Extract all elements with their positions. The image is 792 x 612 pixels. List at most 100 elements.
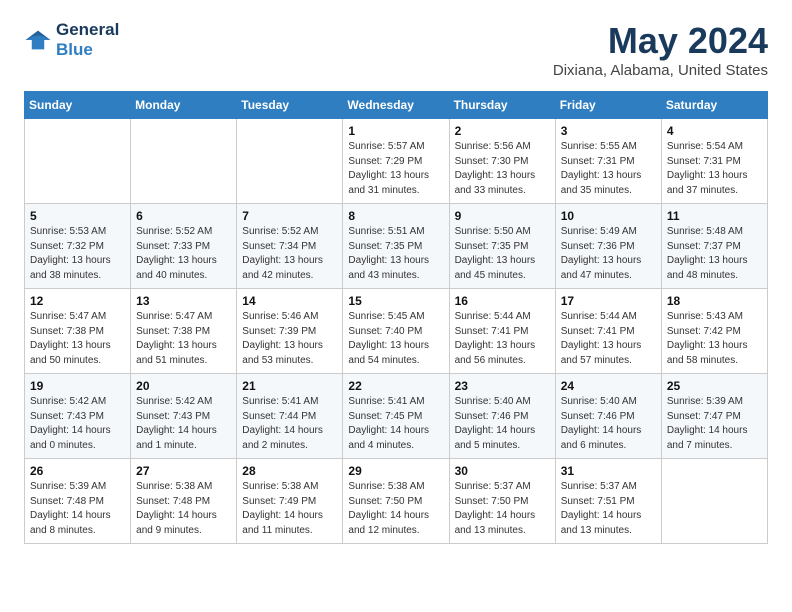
calendar-cell: 13 Sunrise: 5:47 AM Sunset: 7:38 PM Dayli… xyxy=(131,289,237,374)
day-number: 17 xyxy=(561,294,656,308)
day-number: 15 xyxy=(348,294,443,308)
cell-info: Sunrise: 5:47 AM Sunset: 7:38 PM Dayligh… xyxy=(30,310,125,368)
calendar-cell: 11 Sunrise: 5:48 AM Sunset: 7:37 PM Dayli… xyxy=(661,204,767,289)
day-number: 25 xyxy=(667,379,762,393)
calendar-cell: 6 Sunrise: 5:52 AM Sunset: 7:33 PM Daylig… xyxy=(131,204,237,289)
cell-info: Sunrise: 5:53 AM Sunset: 7:32 PM Dayligh… xyxy=(30,225,125,283)
weekday-header-saturday: Saturday xyxy=(661,92,767,119)
cell-info: Sunrise: 5:40 AM Sunset: 7:46 PM Dayligh… xyxy=(455,395,550,453)
calendar-cell: 28 Sunrise: 5:38 AM Sunset: 7:49 PM Dayli… xyxy=(237,459,343,544)
weekday-header-friday: Friday xyxy=(555,92,661,119)
calendar-cell: 25 Sunrise: 5:39 AM Sunset: 7:47 PM Dayli… xyxy=(661,374,767,459)
calendar-week-row: 26Sunrise: 5:39 AM Sunset: 7:48 PM Dayli… xyxy=(25,459,768,544)
page-header: General Blue May 2024 Dixiana, Alabama, … xyxy=(24,20,768,79)
cell-info: Sunrise: 5:44 AM Sunset: 7:41 PM Dayligh… xyxy=(561,310,656,368)
calendar-cell: 7 Sunrise: 5:52 AM Sunset: 7:34 PM Daylig… xyxy=(237,204,343,289)
calendar-cell: 17 Sunrise: 5:44 AM Sunset: 7:41 PM Dayli… xyxy=(555,289,661,374)
calendar-cell: 23 Sunrise: 5:40 AM Sunset: 7:46 PM Dayli… xyxy=(449,374,555,459)
cell-info: Sunrise: 5:38 AM Sunset: 7:48 PM Dayligh… xyxy=(136,480,231,538)
logo: General Blue xyxy=(24,20,119,59)
day-number: 4 xyxy=(667,124,762,138)
cell-info: Sunrise: 5:40 AM Sunset: 7:46 PM Dayligh… xyxy=(561,395,656,453)
calendar-cell: 30Sunrise: 5:37 AM Sunset: 7:50 PM Dayli… xyxy=(449,459,555,544)
day-number: 8 xyxy=(348,209,443,223)
day-number: 6 xyxy=(136,209,231,223)
cell-info: Sunrise: 5:56 AM Sunset: 7:30 PM Dayligh… xyxy=(455,140,550,198)
cell-info: Sunrise: 5:50 AM Sunset: 7:35 PM Dayligh… xyxy=(455,225,550,283)
calendar-cell: 18 Sunrise: 5:43 AM Sunset: 7:42 PM Dayli… xyxy=(661,289,767,374)
day-number: 22 xyxy=(348,379,443,393)
weekday-header-tuesday: Tuesday xyxy=(237,92,343,119)
weekday-header-row: SundayMondayTuesdayWednesdayThursdayFrid… xyxy=(25,92,768,119)
day-number: 10 xyxy=(561,209,656,223)
day-number: 19 xyxy=(30,379,125,393)
cell-info: Sunrise: 5:48 AM Sunset: 7:37 PM Dayligh… xyxy=(667,225,762,283)
calendar-cell xyxy=(25,119,131,204)
calendar-cell: 21 Sunrise: 5:41 AM Sunset: 7:44 PM Dayli… xyxy=(237,374,343,459)
calendar-cell: 10 Sunrise: 5:49 AM Sunset: 7:36 PM Dayli… xyxy=(555,204,661,289)
calendar-cell: 27 Sunrise: 5:38 AM Sunset: 7:48 PM Dayli… xyxy=(131,459,237,544)
weekday-header-sunday: Sunday xyxy=(25,92,131,119)
day-number: 9 xyxy=(455,209,550,223)
cell-info: Sunrise: 5:47 AM Sunset: 7:38 PM Dayligh… xyxy=(136,310,231,368)
cell-info: Sunrise: 5:55 AM Sunset: 7:31 PM Dayligh… xyxy=(561,140,656,198)
day-number: 18 xyxy=(667,294,762,308)
calendar-cell: 15 Sunrise: 5:45 AM Sunset: 7:40 PM Dayli… xyxy=(343,289,449,374)
cell-info: Sunrise: 5:38 AM Sunset: 7:50 PM Dayligh… xyxy=(348,480,443,538)
day-number: 7 xyxy=(242,209,337,223)
day-number: 24 xyxy=(561,379,656,393)
day-number: 16 xyxy=(455,294,550,308)
day-number: 27 xyxy=(136,464,231,478)
calendar-cell xyxy=(661,459,767,544)
cell-info: Sunrise: 5:42 AM Sunset: 7:43 PM Dayligh… xyxy=(30,395,125,453)
cell-info: Sunrise: 5:41 AM Sunset: 7:44 PM Dayligh… xyxy=(242,395,337,453)
calendar-cell: 9 Sunrise: 5:50 AM Sunset: 7:35 PM Daylig… xyxy=(449,204,555,289)
calendar-cell: 1Sunrise: 5:57 AM Sunset: 7:29 PM Daylig… xyxy=(343,119,449,204)
calendar-cell: 16 Sunrise: 5:44 AM Sunset: 7:41 PM Dayli… xyxy=(449,289,555,374)
day-number: 11 xyxy=(667,209,762,223)
calendar-cell: 5Sunrise: 5:53 AM Sunset: 7:32 PM Daylig… xyxy=(25,204,131,289)
day-number: 26 xyxy=(30,464,125,478)
month-title: May 2024 xyxy=(553,20,768,62)
weekday-header-wednesday: Wednesday xyxy=(343,92,449,119)
cell-info: Sunrise: 5:39 AM Sunset: 7:47 PM Dayligh… xyxy=(667,395,762,453)
day-number: 31 xyxy=(561,464,656,478)
title-area: May 2024 Dixiana, Alabama, United States xyxy=(553,20,768,79)
cell-info: Sunrise: 5:43 AM Sunset: 7:42 PM Dayligh… xyxy=(667,310,762,368)
day-number: 28 xyxy=(242,464,337,478)
cell-info: Sunrise: 5:41 AM Sunset: 7:45 PM Dayligh… xyxy=(348,395,443,453)
cell-info: Sunrise: 5:38 AM Sunset: 7:49 PM Dayligh… xyxy=(242,480,337,538)
day-number: 29 xyxy=(348,464,443,478)
calendar-cell: 20Sunrise: 5:42 AM Sunset: 7:43 PM Dayli… xyxy=(131,374,237,459)
calendar-cell: 24 Sunrise: 5:40 AM Sunset: 7:46 PM Dayli… xyxy=(555,374,661,459)
cell-info: Sunrise: 5:49 AM Sunset: 7:36 PM Dayligh… xyxy=(561,225,656,283)
cell-info: Sunrise: 5:37 AM Sunset: 7:50 PM Dayligh… xyxy=(455,480,550,538)
cell-info: Sunrise: 5:54 AM Sunset: 7:31 PM Dayligh… xyxy=(667,140,762,198)
calendar-cell: 19 Sunrise: 5:42 AM Sunset: 7:43 PM Dayli… xyxy=(25,374,131,459)
day-number: 14 xyxy=(242,294,337,308)
cell-info: Sunrise: 5:45 AM Sunset: 7:40 PM Dayligh… xyxy=(348,310,443,368)
calendar-week-row: 19 Sunrise: 5:42 AM Sunset: 7:43 PM Dayli… xyxy=(25,374,768,459)
calendar-week-row: 12Sunrise: 5:47 AM Sunset: 7:38 PM Dayli… xyxy=(25,289,768,374)
cell-info: Sunrise: 5:46 AM Sunset: 7:39 PM Dayligh… xyxy=(242,310,337,368)
calendar-cell xyxy=(237,119,343,204)
calendar-cell: 31Sunrise: 5:37 AM Sunset: 7:51 PM Dayli… xyxy=(555,459,661,544)
day-number: 20 xyxy=(136,379,231,393)
calendar-cell: 4 Sunrise: 5:54 AM Sunset: 7:31 PM Daylig… xyxy=(661,119,767,204)
weekday-header-monday: Monday xyxy=(131,92,237,119)
logo-icon xyxy=(24,29,52,51)
calendar-cell: 12Sunrise: 5:47 AM Sunset: 7:38 PM Dayli… xyxy=(25,289,131,374)
weekday-header-thursday: Thursday xyxy=(449,92,555,119)
calendar-cell: 26Sunrise: 5:39 AM Sunset: 7:48 PM Dayli… xyxy=(25,459,131,544)
cell-info: Sunrise: 5:52 AM Sunset: 7:33 PM Dayligh… xyxy=(136,225,231,283)
logo-text: General Blue xyxy=(56,20,119,59)
day-number: 13 xyxy=(136,294,231,308)
cell-info: Sunrise: 5:44 AM Sunset: 7:41 PM Dayligh… xyxy=(455,310,550,368)
cell-info: Sunrise: 5:52 AM Sunset: 7:34 PM Dayligh… xyxy=(242,225,337,283)
day-number: 2 xyxy=(455,124,550,138)
cell-info: Sunrise: 5:51 AM Sunset: 7:35 PM Dayligh… xyxy=(348,225,443,283)
calendar-cell: 29 Sunrise: 5:38 AM Sunset: 7:50 PM Dayli… xyxy=(343,459,449,544)
day-number: 21 xyxy=(242,379,337,393)
calendar-week-row: 5Sunrise: 5:53 AM Sunset: 7:32 PM Daylig… xyxy=(25,204,768,289)
day-number: 23 xyxy=(455,379,550,393)
